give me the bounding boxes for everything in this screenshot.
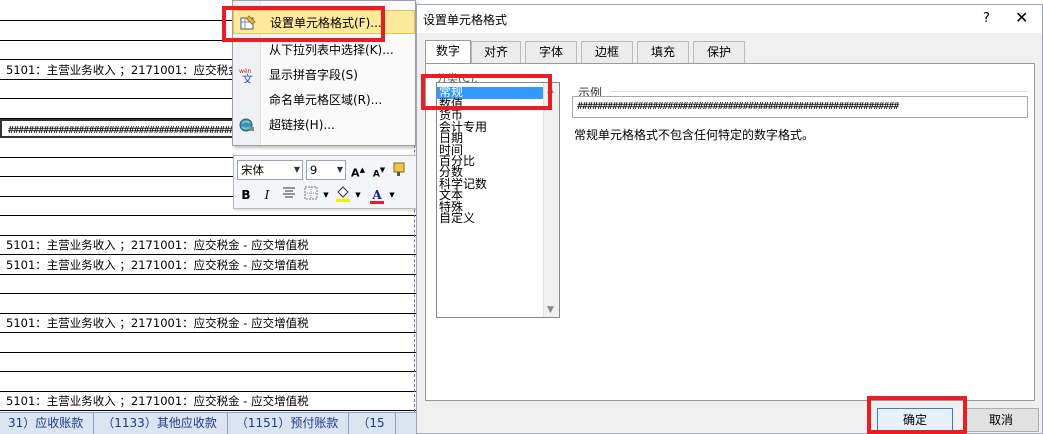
- cancel-button[interactable]: 取消: [963, 408, 1039, 432]
- sheet-row[interactable]: 5101：主营业务收入 ；2171001：应交税金 - 应交增值税: [0, 392, 420, 411]
- menu-item-label: 从下拉列表中选择(K)...: [269, 43, 394, 57]
- fill-color-dropdown[interactable]: ▼: [354, 186, 362, 204]
- sheet-row[interactable]: 5101：主营业务收入 ；2171001：应交税金 - 应交增值税: [0, 256, 420, 275]
- align-center-button[interactable]: [280, 186, 298, 204]
- font-name-select[interactable]: 宋体 ▼: [237, 160, 303, 180]
- hyperlink-icon: [239, 117, 255, 133]
- grow-font-button[interactable]: A▲: [349, 161, 367, 180]
- menu-item-hyperlink[interactable]: 超链接(H)...: [233, 113, 415, 137]
- font-color-dropdown[interactable]: ▼: [388, 186, 396, 204]
- menu-item-label: 显示拼音字段(S): [269, 68, 358, 82]
- italic-button[interactable]: I: [258, 186, 276, 204]
- sheet-tab-partial[interactable]: （15: [349, 413, 396, 434]
- bold-button[interactable]: B: [237, 186, 255, 204]
- mini-format-toolbar: 宋体 ▼ 9 ▼ A▲ A▼ B I ▼ ▼ A ▼: [233, 155, 418, 209]
- font-color-swatch: [370, 201, 384, 204]
- tab-border[interactable]: 边框: [581, 41, 633, 63]
- grow-font-icon: A: [351, 166, 360, 180]
- help-icon[interactable]: ?: [983, 11, 990, 26]
- sheet-row[interactable]: [0, 353, 420, 372]
- font-name-value: 宋体: [241, 163, 264, 177]
- tab-protection[interactable]: 保护: [693, 41, 745, 63]
- scroll-up-icon[interactable]: ▲: [547, 85, 554, 95]
- menu-item-show-phonetic[interactable]: wén 文 显示拼音字段(S): [233, 63, 415, 87]
- sheet-tab-prepayments[interactable]: （1151）预付账款: [228, 413, 350, 434]
- scroll-down-icon[interactable]: ▼: [547, 305, 554, 315]
- menu-item-format-cells[interactable]: 设置单元格格式(F)...: [233, 10, 415, 34]
- font-color-icon: A: [372, 188, 382, 202]
- dialog-title: 设置单元格格式: [423, 13, 508, 27]
- font-color-button[interactable]: A: [368, 186, 386, 204]
- chevron-down-icon: ▼: [336, 165, 343, 174]
- font-size-value: 9: [310, 163, 318, 177]
- format-cells-dialog: 设置单元格格式 ? ✕ 数字 对齐 字体 边框 填充 保护 分类(C): 常规数…: [416, 4, 1043, 434]
- sheet-tab-bar: 31）应收账款 （1133）其他应收款 （1151）预付账款 （15: [0, 412, 420, 434]
- borders-button[interactable]: [302, 186, 320, 204]
- tab-fill[interactable]: 填充: [637, 41, 689, 63]
- dialog-titlebar: 设置单元格格式 ? ✕: [417, 5, 1042, 33]
- format-cells-icon: [240, 15, 256, 31]
- svg-text:文: 文: [242, 72, 253, 83]
- chevron-down-icon: ▼: [293, 165, 300, 174]
- sheet-tab-other-receivables[interactable]: （1133）其他应收款: [94, 413, 228, 434]
- menu-item-name-range[interactable]: 命名单元格区域(R)...: [233, 88, 415, 112]
- sample-group-line: [610, 91, 1028, 92]
- tab-number[interactable]: 数字: [425, 40, 471, 64]
- menu-item-label: 命名单元格区域(R)...: [269, 93, 383, 107]
- sample-preview: ########################################…: [572, 96, 1028, 118]
- format-painter-button[interactable]: [392, 161, 410, 179]
- font-size-select[interactable]: 9 ▼: [306, 160, 346, 180]
- category-items: 常规 数值 货币 会计专用 日期 时间 百分比 分数 科学记数 文本 特殊 自定义: [437, 83, 559, 224]
- category-item[interactable]: 自定义: [437, 212, 559, 224]
- fill-color-button[interactable]: [334, 186, 352, 204]
- format-description: 常规单元格格式不包含任何特定的数字格式。: [574, 128, 815, 142]
- menu-item-label: 设置单元格格式(F)...: [270, 16, 382, 30]
- tab-font[interactable]: 字体: [525, 41, 577, 63]
- close-icon[interactable]: ✕: [1015, 8, 1028, 27]
- borders-dropdown[interactable]: ▼: [322, 186, 330, 204]
- sheet-row[interactable]: [0, 275, 420, 294]
- menu-item-insert-comment-partial[interactable]: [233, 0, 415, 7]
- fill-bucket-icon: [336, 186, 350, 202]
- shrink-font-button[interactable]: A▼: [370, 161, 388, 180]
- tab-alignment[interactable]: 对齐: [471, 41, 521, 63]
- sheet-tab-receivables[interactable]: 31）应收账款: [0, 413, 95, 434]
- sheet-row[interactable]: [0, 217, 420, 236]
- menu-item-label: 超链接(H)...: [269, 118, 335, 132]
- shrink-font-icon: A: [372, 169, 380, 180]
- sheet-row[interactable]: [0, 373, 420, 392]
- phonetic-icon: wén 文: [239, 67, 255, 86]
- align-center-icon: [283, 187, 295, 198]
- number-tab-panel: 分类(C): 常规 数值 货币 会计专用 日期 时间 百分比 分数 科学记数 文本 特殊 自定义 ▲ …: [425, 63, 1035, 401]
- category-listbox[interactable]: 常规 数值 货币 会计专用 日期 时间 百分比 分数 科学记数 文本 特殊 自定义 ▲ ▼: [436, 82, 560, 318]
- sheet-row[interactable]: 5101：主营业务收入 ；2171001：应交税金 - 应交增值税: [0, 236, 420, 255]
- format-painter-icon: [393, 162, 405, 176]
- context-menu: 设置单元格格式(F)... 从下拉列表中选择(K)... wén 文 显示拼音字段…: [232, 0, 416, 146]
- menu-item-pick-from-list[interactable]: 从下拉列表中选择(K)...: [233, 38, 415, 62]
- sheet-row[interactable]: [0, 295, 420, 314]
- category-scrollbar[interactable]: ▲ ▼: [543, 83, 559, 317]
- borders-icon: [304, 186, 318, 200]
- ok-button[interactable]: 确定: [877, 408, 953, 432]
- sheet-row[interactable]: [0, 334, 420, 353]
- sheet-row[interactable]: 5101：主营业务收入 ；2171001：应交税金 - 应交增值税: [0, 314, 420, 333]
